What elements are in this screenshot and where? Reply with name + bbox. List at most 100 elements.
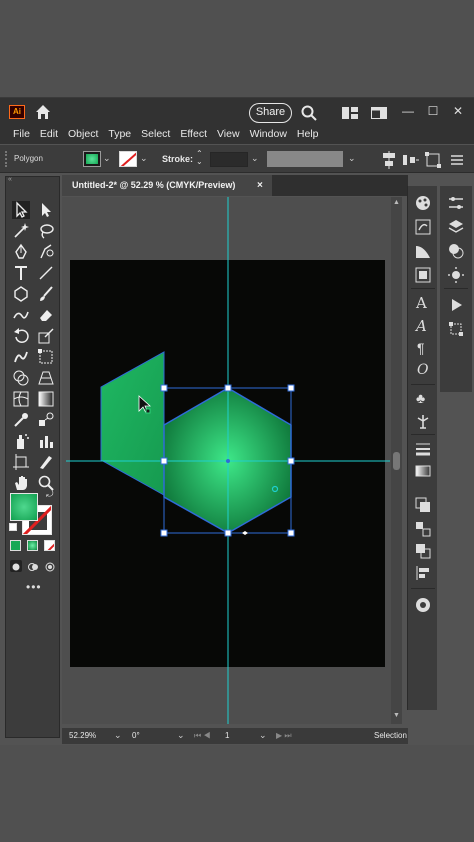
libraries-icon[interactable]: ♣ — [416, 390, 425, 406]
symbols-panel-icon[interactable] — [414, 242, 432, 260]
fill-indicator-front[interactable] — [10, 493, 38, 521]
type-tool-icon[interactable] — [12, 264, 30, 282]
paintbrush-icon[interactable] — [37, 285, 55, 303]
pen-tool-icon[interactable] — [12, 243, 30, 261]
menu-file[interactable]: File — [8, 126, 35, 144]
transform-panel-icon[interactable] — [414, 564, 432, 582]
asset-export-icon[interactable] — [447, 266, 465, 284]
stroke-weight-dropdown-icon[interactable]: ⌄ — [251, 153, 259, 164]
mesh-tool-icon[interactable] — [12, 390, 30, 408]
scroll-down-icon[interactable]: ▼ — [393, 712, 400, 719]
rotate-tool-icon[interactable] — [12, 327, 30, 345]
draw-normal-icon[interactable] — [10, 560, 22, 572]
paragraph-panel-icon[interactable]: ¶ — [417, 340, 425, 356]
minimize-icon[interactable]: — — [400, 102, 416, 120]
crop-artboard-icon[interactable] — [447, 320, 465, 338]
stroke-weight-input[interactable] — [210, 152, 248, 167]
eyedropper-icon[interactable] — [12, 411, 30, 429]
default-colors-icon[interactable] — [9, 523, 17, 531]
puppet-warp-icon[interactable] — [414, 412, 432, 430]
align-panel-icon[interactable] — [414, 520, 432, 538]
scroll-up-icon[interactable]: ▲ — [393, 199, 400, 206]
menu-type[interactable]: Type — [103, 126, 136, 144]
artboard-nav-next-icon[interactable]: ▶ ⏭ — [276, 731, 292, 741]
stroke-weight-stepper-icon[interactable]: ⌃ ⌄ — [196, 150, 203, 166]
opentype-panel-icon[interactable]: A — [416, 317, 427, 335]
appearance-panel-icon[interactable] — [447, 242, 465, 260]
stroke-color-swatch[interactable] — [119, 151, 137, 167]
stroke-panel-icon[interactable] — [414, 440, 432, 458]
character-panel-icon[interactable]: A — [416, 294, 427, 312]
zoom-level[interactable]: 52.29% — [69, 731, 96, 740]
menu-edit[interactable]: Edit — [35, 126, 63, 144]
shaper-tool-icon[interactable] — [12, 306, 30, 324]
stroke-dropdown-chevron-icon[interactable]: ⌄ — [140, 153, 148, 164]
home-icon[interactable] — [34, 103, 52, 121]
green-trapezoid-shape[interactable] — [100, 351, 165, 496]
hand-tool-icon[interactable] — [12, 474, 30, 492]
direct-selection-tool-icon[interactable] — [37, 201, 55, 219]
artboard-number[interactable]: 1 — [225, 731, 229, 740]
eraser-icon[interactable] — [37, 306, 55, 324]
scale-tool-icon[interactable] — [37, 327, 55, 345]
line-tool-icon[interactable] — [37, 264, 55, 282]
transform-toggle-icon[interactable] — [424, 151, 442, 169]
menu-object[interactable]: Object — [63, 126, 103, 144]
menu-help[interactable]: Help — [292, 126, 324, 144]
distribute-icon[interactable] — [402, 151, 420, 169]
gradient-mode-icon[interactable] — [27, 540, 38, 551]
align-to-icon[interactable] — [380, 151, 398, 169]
curvature-tool-icon[interactable] — [37, 243, 55, 261]
none-mode-icon[interactable] — [44, 540, 55, 551]
arrange-documents-icon[interactable] — [342, 106, 358, 119]
draw-inside-icon[interactable] — [44, 560, 56, 572]
profile-dropdown-chevron-icon[interactable]: ⌄ — [348, 153, 356, 164]
document-tab[interactable]: Untitled-2* @ 52.29 % (CMYK/Preview) × — [62, 175, 272, 196]
menu-select[interactable]: Select — [136, 126, 175, 144]
actions-play-icon[interactable] — [447, 296, 465, 314]
gradient-tool-icon[interactable] — [37, 390, 55, 408]
edit-toolbar-icon[interactable]: ••• — [26, 580, 42, 594]
symbol-sprayer-icon[interactable] — [12, 432, 30, 450]
graphic-styles-icon[interactable] — [414, 266, 432, 284]
slice-tool-icon[interactable] — [37, 453, 55, 471]
share-button[interactable]: Share — [249, 103, 292, 123]
free-transform-icon[interactable] — [37, 348, 55, 366]
navigator-icon[interactable] — [414, 596, 432, 614]
pathfinder-icon[interactable] — [414, 542, 432, 560]
warp-tool-icon[interactable] — [12, 348, 30, 366]
magic-wand-icon[interactable] — [12, 222, 30, 240]
zoom-dropdown-icon[interactable]: ⌄ — [114, 730, 122, 741]
color-panel-icon[interactable] — [414, 194, 432, 212]
close-tab-icon[interactable]: × — [257, 175, 263, 196]
artboard-dropdown-icon[interactable]: ⌄ — [259, 730, 267, 741]
graph-tool-icon[interactable] — [37, 432, 55, 450]
variable-width-profile-field[interactable] — [267, 151, 343, 167]
color-mode-icon[interactable] — [10, 540, 21, 551]
rotate-view-value[interactable]: 0° — [132, 731, 140, 740]
fill-dropdown-chevron-icon[interactable]: ⌄ — [103, 153, 111, 164]
swap-fill-stroke-icon[interactable]: ⤾ — [46, 489, 54, 500]
canvas[interactable]: ▲ ▼ — [62, 197, 402, 724]
menu-view[interactable]: View — [212, 126, 245, 144]
glyphs-panel-icon[interactable]: O — [417, 362, 428, 378]
blend-tool-icon[interactable] — [37, 411, 55, 429]
collapse-panel-icon[interactable]: « — [8, 176, 57, 183]
shape-builder-icon[interactable] — [12, 369, 30, 387]
selection-tool-icon[interactable] — [12, 201, 30, 219]
gradient-panel-icon[interactable] — [414, 462, 432, 480]
perspective-grid-icon[interactable] — [37, 369, 55, 387]
menu-window[interactable]: Window — [245, 126, 292, 144]
search-icon[interactable] — [300, 104, 318, 122]
properties-panel-icon[interactable] — [447, 194, 465, 212]
transparency-panel-icon[interactable] — [414, 496, 432, 514]
close-icon[interactable]: ✕ — [450, 102, 466, 120]
rotate-dropdown-icon[interactable]: ⌄ — [177, 730, 185, 741]
vertical-scrollbar[interactable]: ▲ ▼ — [391, 197, 402, 724]
artboard-nav-prev-icon[interactable]: ⏮ ◀ — [194, 731, 211, 741]
brushes-panel-icon[interactable] — [414, 218, 432, 236]
fill-color-swatch[interactable] — [83, 151, 101, 167]
control-bar-menu-icon[interactable] — [448, 151, 466, 169]
layers-panel-icon[interactable] — [447, 218, 465, 236]
workspace-switcher-icon[interactable] — [371, 106, 387, 119]
